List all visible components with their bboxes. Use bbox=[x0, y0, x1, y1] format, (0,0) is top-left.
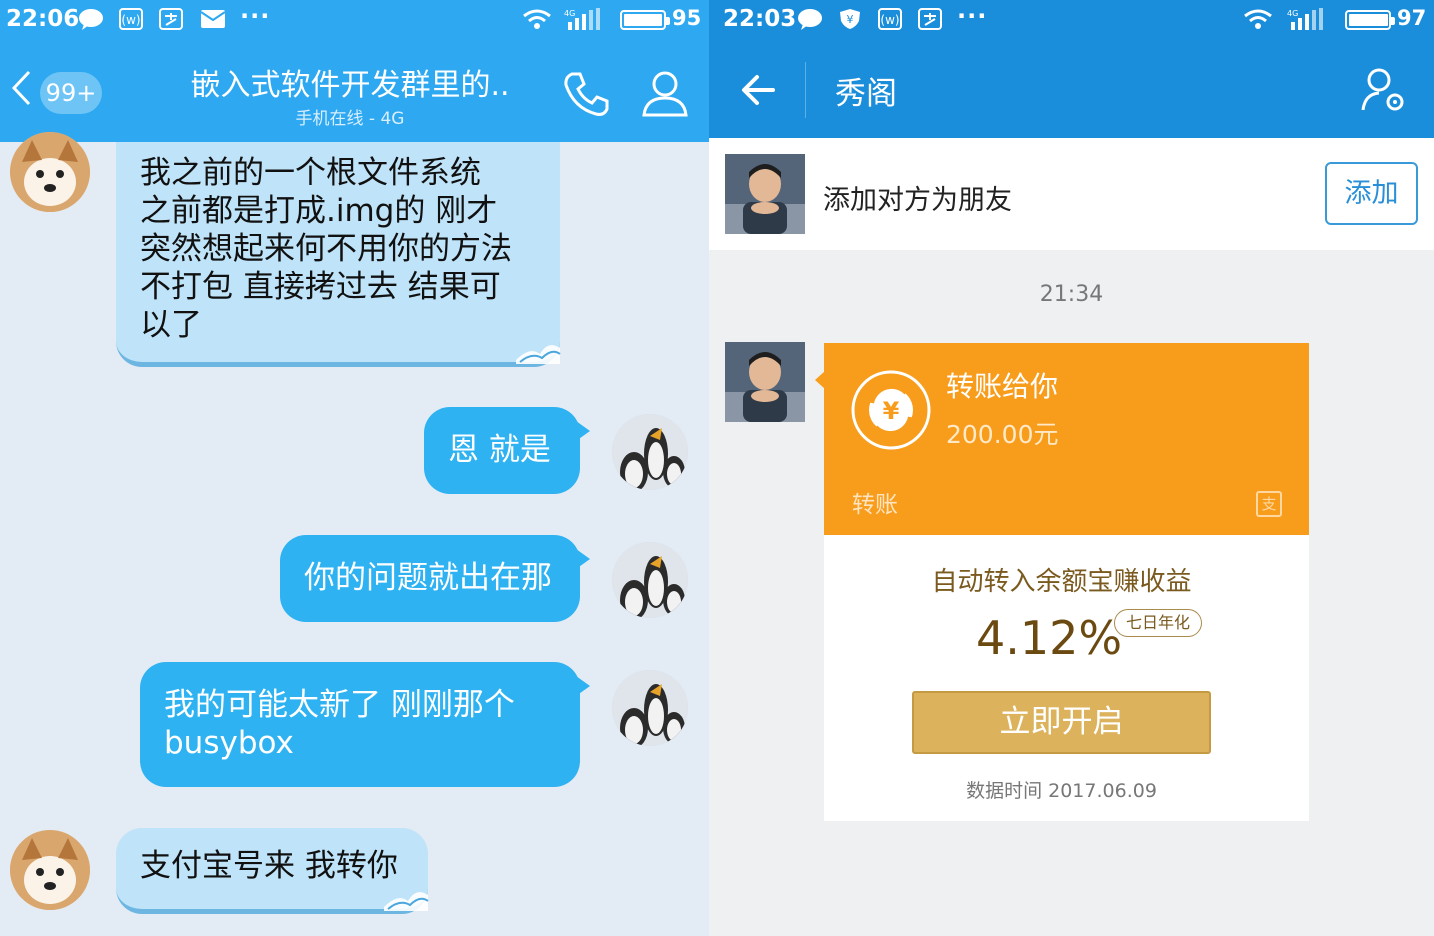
transfer-amount: 200.00元 bbox=[946, 420, 1059, 449]
profile-person-icon[interactable] bbox=[640, 68, 690, 118]
status-bar: 22:06 (w) ··· 4G 95 bbox=[0, 0, 709, 40]
battery-level: 95 bbox=[672, 6, 702, 30]
battery-level: 97 bbox=[1397, 6, 1427, 30]
sender-avatar-dog[interactable] bbox=[10, 132, 90, 212]
app-notification-icon: (w) bbox=[877, 8, 903, 30]
more-notifications-icon: ··· bbox=[240, 2, 271, 30]
svg-text:(w): (w) bbox=[880, 13, 899, 27]
message-bubble-incoming[interactable]: 我之前的一个根文件系统 之前都是打成.img的 刚才 突然想起来何不用你的方法 … bbox=[116, 142, 561, 367]
app-notification-icon: (w) bbox=[118, 8, 144, 30]
battery-icon bbox=[620, 10, 670, 30]
wifi-icon bbox=[1243, 8, 1273, 30]
yield-rate-badge: 七日年化 bbox=[1114, 609, 1202, 637]
more-notifications-icon: ··· bbox=[957, 2, 988, 30]
transfer-title: 转账给你 bbox=[946, 370, 1059, 403]
chat-header: 秀阁 bbox=[709, 40, 1434, 138]
signal-4g-icon: 4G bbox=[1287, 8, 1329, 30]
message-text: 你的问题就出在那 bbox=[304, 560, 552, 596]
chat-title: 嵌入式软件开发群里的.. bbox=[190, 68, 510, 103]
chat-title: 秀阁 bbox=[835, 76, 897, 112]
enable-now-button[interactable]: 立即开启 bbox=[912, 691, 1211, 754]
add-friend-text: 添加对方为朋友 bbox=[823, 185, 1012, 216]
add-friend-bar: 添加对方为朋友 添加 bbox=[709, 138, 1434, 250]
signal-4g-icon: 4G bbox=[564, 8, 606, 30]
chat-subtitle: 手机在线 - 4G bbox=[295, 109, 405, 129]
qq-chat-screen: 22:06 (w) ··· 4G 95 99+ 嵌入式软件开发群里的.. 手机在… bbox=[0, 0, 709, 936]
unread-count-badge[interactable]: 99+ bbox=[40, 72, 102, 114]
phone-call-icon[interactable] bbox=[560, 68, 612, 120]
svg-text:4G: 4G bbox=[564, 9, 575, 18]
message-bubble-incoming[interactable]: 支付宝号来 我转你 bbox=[116, 828, 429, 914]
chat-bubble-icon bbox=[797, 8, 823, 30]
message-bubble-outgoing[interactable]: 你的问题就出在那 bbox=[280, 535, 590, 622]
svg-text:4G: 4G bbox=[1287, 9, 1298, 18]
svg-text:¥: ¥ bbox=[847, 13, 854, 26]
user-settings-icon[interactable] bbox=[1359, 66, 1409, 116]
add-friend-button[interactable]: 添加 bbox=[1325, 162, 1418, 225]
message-bubble-outgoing[interactable]: 我的可能太新了 刚刚那个 busybox bbox=[140, 662, 590, 787]
wifi-icon bbox=[522, 8, 552, 30]
wave-decoration-icon bbox=[384, 892, 429, 911]
wave-decoration-icon bbox=[516, 345, 561, 364]
message-text: 我的可能太新了 刚刚那个 busybox bbox=[164, 687, 515, 761]
status-time: 22:03 bbox=[723, 6, 797, 32]
chat-bubble-icon bbox=[78, 8, 104, 30]
shield-yen-icon: ¥ bbox=[837, 8, 863, 30]
self-avatar-penguins[interactable] bbox=[612, 542, 688, 618]
svg-text:¥: ¥ bbox=[883, 397, 900, 425]
back-arrow-icon[interactable] bbox=[737, 68, 781, 112]
status-time: 22:06 bbox=[6, 6, 80, 32]
chat-header: 99+ 嵌入式软件开发群里的.. 手机在线 - 4G bbox=[0, 40, 709, 142]
back-chevron-icon[interactable] bbox=[10, 70, 32, 106]
svg-text:(w): (w) bbox=[121, 13, 140, 27]
contact-avatar[interactable] bbox=[725, 154, 805, 234]
transfer-yen-icon: ¥ bbox=[851, 370, 931, 450]
mail-icon bbox=[200, 8, 226, 30]
transfer-label: 转账 bbox=[852, 492, 898, 518]
data-time-text: 数据时间 2017.06.09 bbox=[966, 780, 1157, 802]
alipay-chat-screen: 22:03 ¥ (w) ··· 4G 97 秀阁 添加对方为朋友 添加 21:3… bbox=[709, 0, 1434, 936]
sender-avatar[interactable] bbox=[725, 342, 805, 422]
message-text: 恩 就是 bbox=[448, 432, 551, 468]
alipay-logo-icon: 支 bbox=[1256, 491, 1282, 517]
yield-rate: 4.12% bbox=[976, 611, 1123, 665]
message-text: 支付宝号来 我转你 bbox=[140, 848, 398, 884]
message-timestamp: 21:34 bbox=[1039, 282, 1104, 307]
message-bubble-outgoing[interactable]: 恩 就是 bbox=[424, 407, 590, 494]
battery-icon bbox=[1345, 10, 1395, 30]
alipay-notification-icon bbox=[917, 8, 943, 30]
yuebao-promo-text: 自动转入余额宝赚收益 bbox=[931, 567, 1192, 597]
sender-avatar-dog[interactable] bbox=[10, 830, 90, 910]
message-text: 我之前的一个根文件系统 之前都是打成.img的 刚才 突然想起来何不用你的方法 … bbox=[140, 155, 512, 343]
alipay-notification-icon bbox=[158, 8, 184, 30]
transfer-card-header[interactable]: ¥ 转账给你 200.00元 转账 支 bbox=[815, 343, 1309, 535]
status-bar: 22:03 ¥ (w) ··· 4G 97 bbox=[709, 0, 1434, 40]
self-avatar-penguins[interactable] bbox=[612, 670, 688, 746]
header-divider bbox=[805, 62, 806, 118]
transfer-card[interactable]: ¥ 转账给你 200.00元 转账 支 自动转入余额宝赚收益 4.12% 七日年… bbox=[815, 343, 1309, 821]
self-avatar-penguins[interactable] bbox=[612, 414, 688, 490]
